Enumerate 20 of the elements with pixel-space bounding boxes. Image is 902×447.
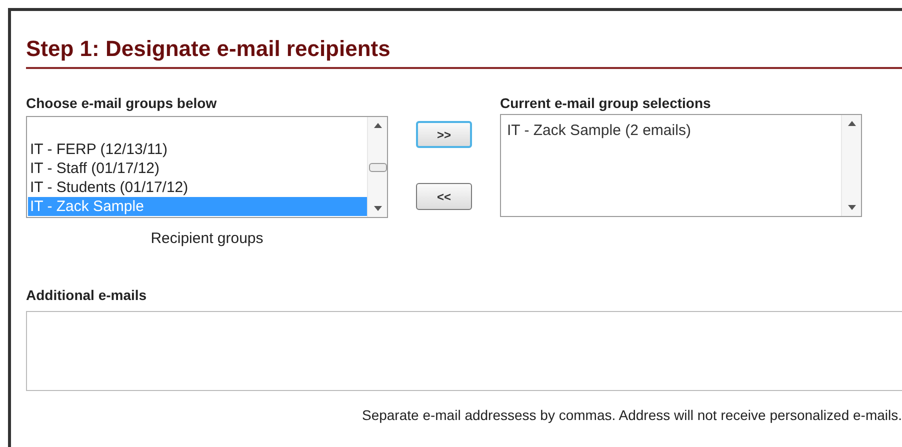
scroll-down-icon[interactable] [374, 206, 382, 211]
groups-label: Choose e-mail groups below [26, 95, 218, 111]
group-option[interactable]: IT - Students (01/17/12) [28, 178, 367, 197]
transfer-button[interactable]: << [416, 183, 472, 210]
step-title: Step 1: Designate e-mail recipients [26, 35, 392, 63]
scroll-thumb[interactable] [368, 162, 386, 172]
group-option[interactable]: IT - FERP (12/13/11) [28, 140, 367, 159]
scroll-up-icon[interactable] [374, 123, 382, 128]
group-option[interactable]: IT - Staff (01/17/12) [28, 159, 367, 178]
hint-text: Separate e-mail addressess by commas. Address will not receive personalized e-mails. [362, 406, 902, 425]
recipient-groups-list[interactable]: IT - FERP (12/13/11) IT - Staff (01/17/12) IT - Students (01/17/12) IT - Zack Sample [26, 116, 388, 218]
groups-caption: Recipient groups [150, 229, 264, 249]
selection-option[interactable]: IT - Zack Sample (2 emails) [507, 121, 841, 140]
selections-label: Current e-mail group selections [500, 95, 712, 111]
scroll-up-icon[interactable] [848, 121, 856, 126]
scroll-down-icon[interactable] [848, 205, 856, 210]
transfer-button[interactable]: >> [416, 121, 472, 148]
additional-emails-field[interactable] [26, 310, 902, 390]
additional-label: Additional e-mails [26, 286, 148, 302]
selections-list[interactable]: IT - Zack Sample (2 emails) [500, 114, 862, 217]
